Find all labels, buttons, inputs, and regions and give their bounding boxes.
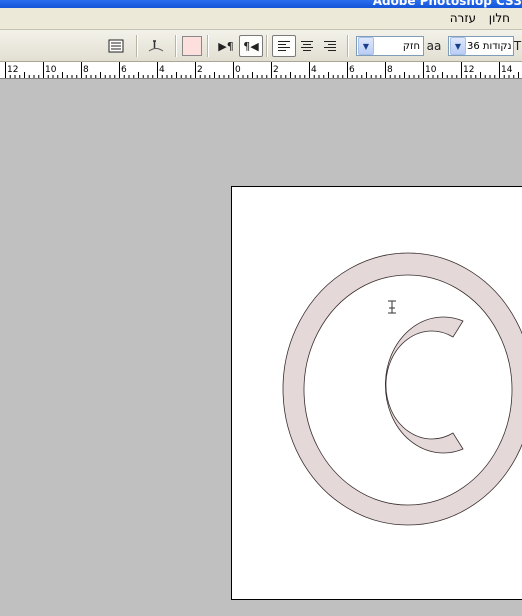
font-size-icon: T: [513, 39, 522, 53]
menu-window[interactable]: חלון: [489, 11, 510, 25]
ruler-label: 12: [463, 65, 474, 75]
ruler-label: 12: [7, 65, 18, 75]
text-color-swatch[interactable]: [182, 36, 202, 56]
toolbar-separator: [266, 35, 267, 57]
anti-alias-select[interactable]: ▼ חזק: [356, 36, 424, 56]
palettes-button[interactable]: [106, 36, 126, 56]
ruler-label: 8: [387, 65, 393, 75]
copyright-symbol-graphic: [282, 252, 522, 526]
toolbar-separator: [207, 35, 208, 57]
font-size-value: 36 נקודות: [467, 40, 512, 52]
warp-text-button[interactable]: [146, 36, 166, 56]
toolbar-separator: [175, 35, 176, 57]
chevron-down-icon[interactable]: ▼: [450, 37, 466, 55]
menu-help[interactable]: עזרה: [450, 11, 476, 25]
document-canvas[interactable]: [231, 186, 522, 600]
anti-alias-icon: aa: [426, 39, 442, 53]
align-right-button[interactable]: [320, 36, 340, 56]
align-center-button[interactable]: [297, 36, 317, 56]
ruler-label: 10: [425, 65, 437, 75]
anti-alias-value: חזק: [402, 40, 420, 52]
text-direction-rtl-button[interactable]: ¶◀: [239, 35, 263, 57]
horizontal-ruler: 12 10 8 6 4 2 0 2 4 6 8 10 12 14: [0, 62, 522, 79]
ltr-direction-icon: ▶¶: [218, 39, 234, 53]
align-left-icon: [278, 41, 290, 51]
ruler-label: 4: [159, 65, 165, 75]
text-direction-ltr-button[interactable]: ▶¶: [216, 36, 236, 56]
align-center-icon: [301, 41, 313, 51]
ruler-label: 10: [45, 65, 57, 75]
toolbar-separator: [347, 35, 348, 57]
ruler-label: 2: [197, 65, 203, 75]
ruler-label: 8: [83, 65, 89, 75]
ruler-label: 6: [121, 65, 127, 75]
ruler-label: 0: [235, 65, 241, 75]
ruler-label: 4: [311, 65, 317, 75]
options-bar: ▶¶ ¶◀ ▼ חזק aa ▼ 36 נקודות T: [0, 30, 522, 62]
ruler-label: 2: [273, 65, 279, 75]
toolbar-separator: [136, 35, 137, 57]
warp-text-icon: [148, 40, 164, 52]
font-size-select[interactable]: ▼ 36 נקודות: [448, 36, 514, 56]
rtl-direction-icon: ¶◀: [243, 39, 259, 53]
window-title: Adobe Photoshop CS3: [372, 0, 522, 8]
ruler-label: 14: [501, 65, 513, 75]
text-cursor-icon: [388, 300, 396, 314]
ruler-label: 6: [349, 65, 355, 75]
align-left-button[interactable]: [272, 35, 296, 57]
ruler-ticks: 12 10 8 6 4 2 0 2 4 6 8 10 12 14: [5, 62, 519, 78]
window-titlebar: Adobe Photoshop CS3: [0, 0, 522, 8]
menubar: חלון עזרה: [0, 8, 522, 30]
palette-icon: [108, 39, 124, 53]
chevron-down-icon[interactable]: ▼: [358, 37, 374, 55]
align-right-icon: [324, 41, 336, 51]
